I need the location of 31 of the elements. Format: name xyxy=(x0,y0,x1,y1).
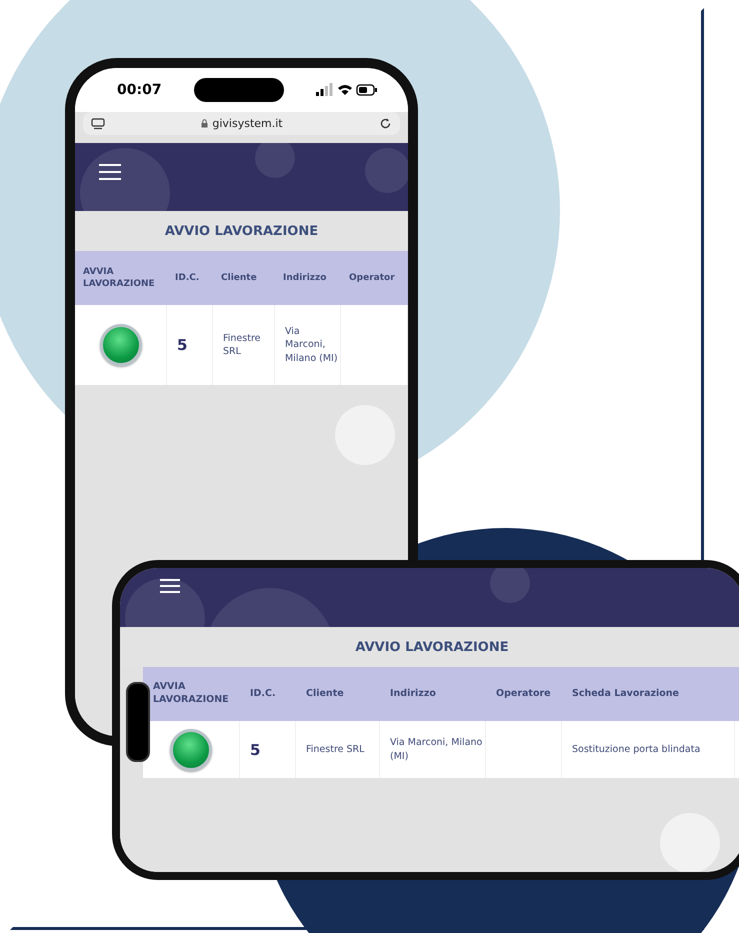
column-header: ID.C. xyxy=(174,272,200,284)
table-cell: 5 xyxy=(177,336,188,354)
table-cell-text: Via Marconi, Milano (MI) xyxy=(390,736,484,763)
status-icons-drawing xyxy=(316,83,378,97)
table-cell: 5 xyxy=(250,740,260,758)
column-header: AVVIA LAVORAZIONE xyxy=(82,266,156,290)
table-cell-text: Via Marconi, Milano (MI) xyxy=(285,325,339,365)
bubble-decoration xyxy=(365,148,408,193)
column-header: Operatore xyxy=(495,688,552,700)
start-button[interactable] xyxy=(170,728,212,770)
start-button[interactable] xyxy=(100,324,142,366)
table-cell: Sostituzione porta blindata xyxy=(572,742,700,756)
lock-icon xyxy=(201,119,208,128)
table-cell: Finestre SRL xyxy=(306,742,364,756)
table-cell-text: Finestre SRL xyxy=(223,332,262,358)
address-bar[interactable]: givisystem.it xyxy=(83,112,400,135)
column-header: Operator xyxy=(348,272,396,284)
status-time: 00:07 xyxy=(117,82,162,98)
column-header: ID.C. xyxy=(249,688,277,700)
column-header: Indirizzo xyxy=(282,272,328,284)
url-text: givisystem.it xyxy=(201,117,283,130)
menu-icon[interactable] xyxy=(99,163,121,181)
column-header: Cliente xyxy=(220,272,258,284)
column-header: AVVIA LAVORAZIONE xyxy=(152,681,230,707)
column-header: Indirizzo xyxy=(389,688,437,700)
menu-icon[interactable] xyxy=(160,578,180,594)
column-header: Scheda Lavorazione xyxy=(571,688,680,700)
bubble-decoration xyxy=(255,143,295,178)
reload-icon[interactable] xyxy=(379,117,392,130)
column-header: Cliente xyxy=(305,688,345,700)
bubble-decoration xyxy=(490,568,530,603)
